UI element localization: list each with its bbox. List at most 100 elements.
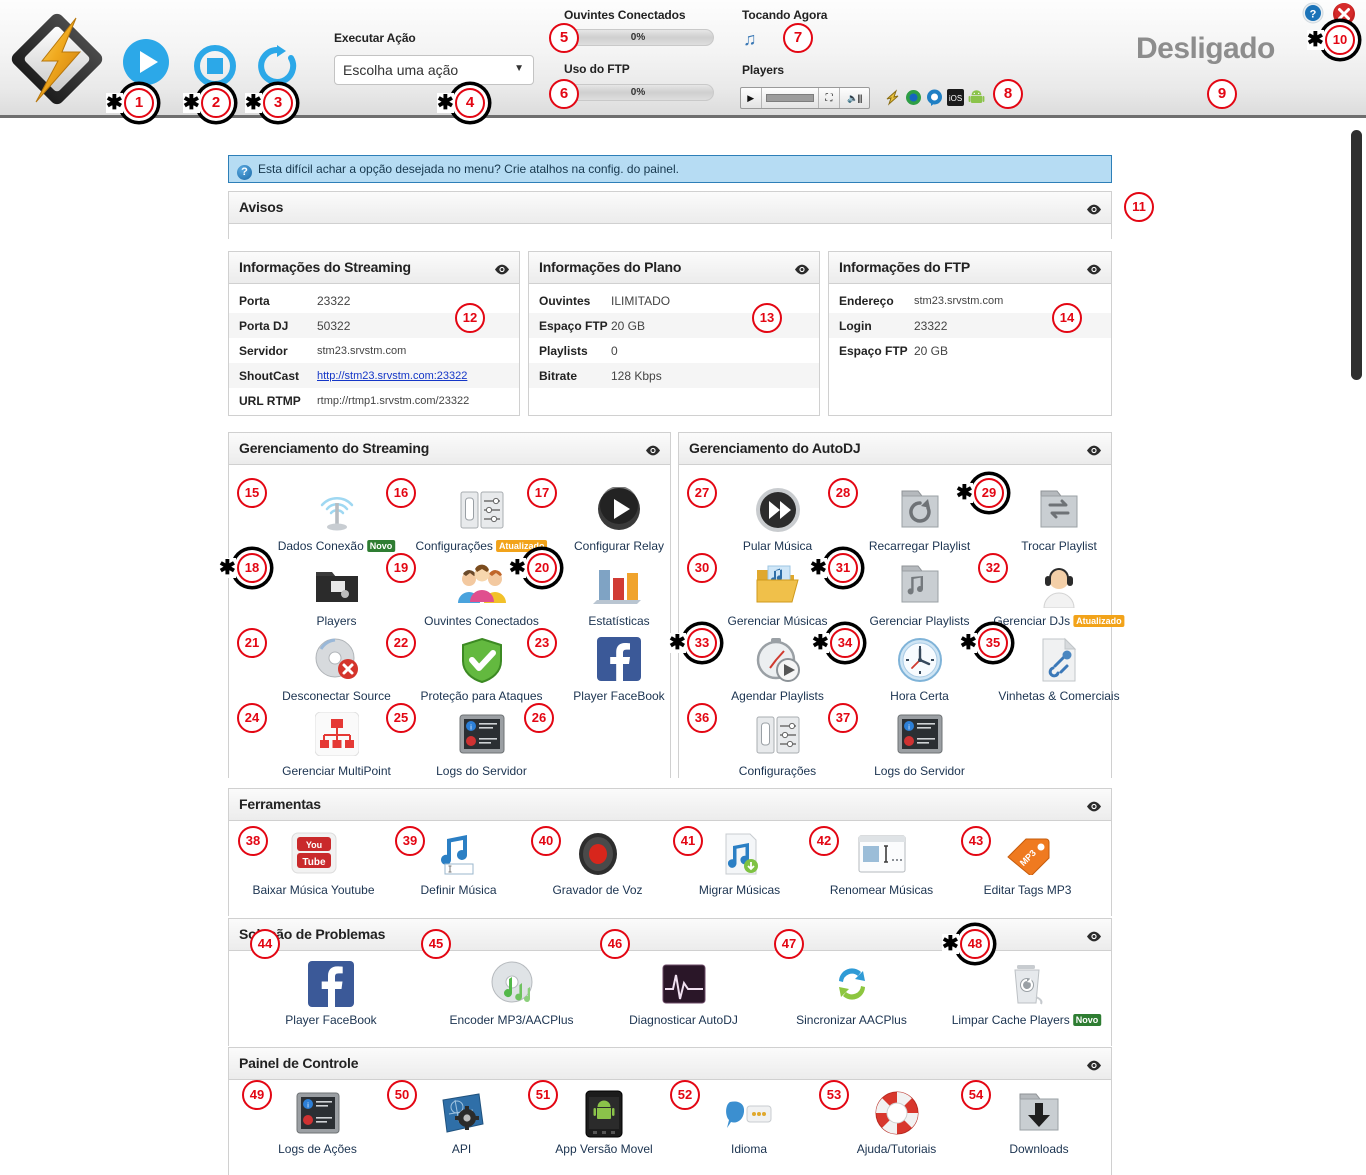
panel-autodj-mgmt: Gerenciamento do AutoDJ Pular Música Rec… xyxy=(678,432,1125,778)
tile-label: Downloads xyxy=(1009,1142,1069,1156)
tip-banner: ? Esta difícil achar a opção desejada no … xyxy=(228,155,1112,183)
callout-3: 3 xyxy=(263,88,293,118)
callout-8: 8 xyxy=(993,79,1023,109)
panel-title: Gerenciamento do AutoDJ xyxy=(689,440,861,456)
play-button[interactable] xyxy=(122,38,170,86)
panel-title: Informações do FTP xyxy=(839,259,970,275)
panel-streaming-info: Informações do Streaming Porta 23322 Port… xyxy=(228,251,520,416)
callout-26: 26 xyxy=(524,703,554,733)
tile-label: Configurações Atualizado xyxy=(416,539,548,553)
help-icon[interactable]: ? xyxy=(1302,2,1324,24)
eye-toggle-icon[interactable] xyxy=(645,443,661,456)
disc-notes-icon xyxy=(486,961,538,1012)
tile-label: Recarregar Playlist xyxy=(868,539,971,553)
audio-player-widget[interactable]: ▶ ⛶ 🔈||| xyxy=(740,87,870,109)
eye-toggle-icon[interactable] xyxy=(1086,929,1102,942)
info-row: URL RTMP rtmp://rtmp1.srvstm.com/23322 xyxy=(229,388,519,413)
tip-text: Esta difícil achar a opção desejada no m… xyxy=(258,162,679,176)
callout-29: 29 xyxy=(974,478,1004,508)
callout-33: 33 xyxy=(687,628,717,658)
vertical-scrollbar[interactable] xyxy=(1351,130,1362,380)
callout-53: 53 xyxy=(819,1080,849,1110)
eye-toggle-icon[interactable] xyxy=(794,262,810,275)
shoutcast-link[interactable]: http://stm23.srvstm.com:23322 xyxy=(317,370,467,382)
tile-sincronizar-aacplus[interactable]: Sincronizar AACPlus xyxy=(769,961,934,1033)
waveform-icon xyxy=(661,963,707,1010)
player-play-icon[interactable]: ▶ xyxy=(741,88,762,108)
tile-estatisticas[interactable]: Estatísticas xyxy=(549,562,689,634)
question-icon: ? xyxy=(237,165,252,180)
panel-header: Informações do Plano xyxy=(529,252,819,284)
callout-45: 45 xyxy=(421,929,451,959)
tile-trocar-playlist[interactable]: Trocar Playlist xyxy=(989,487,1129,559)
tile-idioma[interactable]: Idioma xyxy=(679,1090,819,1162)
panel-title: Informações do Streaming xyxy=(239,259,411,275)
fast-forward-icon xyxy=(755,487,801,538)
player-fullscreen-icon[interactable]: ⛶ xyxy=(819,88,840,108)
flash-plugin-icon[interactable] xyxy=(884,89,901,106)
android-plugin-icon[interactable] xyxy=(968,89,985,106)
tile-solucao-player-facebook[interactable]: Player FaceBook xyxy=(251,961,411,1033)
player-seek-bar[interactable] xyxy=(762,88,820,108)
tile-limpar-cache-players[interactable]: Limpar Cache Players Novo xyxy=(939,961,1114,1033)
tile-downloads[interactable]: Downloads xyxy=(969,1090,1109,1162)
eye-toggle-icon[interactable] xyxy=(1086,202,1102,215)
callout-25: 25 xyxy=(386,703,416,733)
tile-label: Proteção para Ataques xyxy=(420,689,543,703)
tile-vinhetas-comerciais[interactable]: Vinhetas & Comerciais xyxy=(989,637,1129,709)
callout-asterisk: ✱ xyxy=(219,557,236,579)
callout-37: 37 xyxy=(828,703,858,733)
tile-player-facebook[interactable]: Player FaceBook xyxy=(549,637,689,709)
tile-diagnosticar-autodj[interactable]: Diagnosticar AutoDJ xyxy=(601,961,766,1033)
tile-label: Hora Certa xyxy=(890,689,949,703)
reload-button[interactable] xyxy=(256,45,298,87)
tile-encoder-mp3-aacplus[interactable]: Encoder MP3/AACPlus xyxy=(424,961,599,1033)
speech-plugin-icon[interactable] xyxy=(926,89,943,106)
tile-configurar-relay[interactable]: Configurar Relay xyxy=(549,486,689,559)
action-select[interactable]: Escolha uma ação ▼ xyxy=(334,55,534,85)
eye-toggle-icon[interactable] xyxy=(1086,443,1102,456)
info-row: ShoutCast http://stm23.srvstm.com:23322 xyxy=(229,363,519,388)
info-key: Servidor xyxy=(239,343,288,358)
callout-41: 41 xyxy=(673,826,703,856)
tile-label: Gerenciar Músicas xyxy=(727,614,828,628)
panel-avisos: Avisos xyxy=(228,191,1112,239)
svg-text:?: ? xyxy=(1310,9,1317,21)
info-value: 23322 xyxy=(317,293,351,308)
callout-49: 49 xyxy=(242,1080,272,1110)
callout-asterisk: ✱ xyxy=(183,92,200,114)
callout-38: 38 xyxy=(238,826,268,856)
info-value: 20 GB xyxy=(914,343,949,358)
callout-28: 28 xyxy=(828,478,858,508)
panel-body: Pular Música Recarregar Playlist Trocar … xyxy=(679,465,1125,778)
folder-player-icon xyxy=(313,562,361,611)
tile-autodj-logs-servidor[interactable]: i Logs do Servidor xyxy=(847,712,992,784)
record-button-icon xyxy=(575,831,621,882)
eye-toggle-icon[interactable] xyxy=(1086,799,1102,812)
callout-asterisk: ✱ xyxy=(942,933,959,955)
info-key: Ouvintes xyxy=(539,293,591,308)
blueprint-gear-icon xyxy=(439,1092,485,1139)
eye-toggle-icon[interactable] xyxy=(494,262,510,275)
note-input-icon xyxy=(437,831,481,882)
stop-button[interactable] xyxy=(194,45,236,87)
callout-54: 54 xyxy=(961,1080,991,1110)
ios-plugin-icon[interactable]: iOS xyxy=(947,89,964,106)
ftp-progress: 0% xyxy=(562,84,714,101)
info-key: Porta DJ xyxy=(239,318,289,333)
browser-plugin-icon[interactable] xyxy=(905,89,922,106)
tile-label: Dados Conexão Novo xyxy=(278,539,396,553)
info-value: 23322 xyxy=(914,318,948,333)
panel-title: Ferramentas xyxy=(239,796,321,812)
callout-13: 13 xyxy=(752,303,782,333)
callout-30: 30 xyxy=(687,553,717,583)
player-volume-icon[interactable]: 🔈||| xyxy=(840,88,869,108)
close-icon[interactable] xyxy=(1332,2,1356,26)
tile-gerenciar-playlists[interactable]: Gerenciar Playlists xyxy=(847,562,992,634)
tile-gerenciar-djs[interactable]: Gerenciar DJs Atualizado xyxy=(989,562,1129,634)
tile-label: Migrar Músicas xyxy=(698,883,781,897)
tile-label: Gerenciar MultiPoint xyxy=(282,764,391,778)
eye-toggle-icon[interactable] xyxy=(1086,262,1102,275)
eye-toggle-icon[interactable] xyxy=(1086,1058,1102,1071)
tile-label: Logs de Ações xyxy=(278,1142,357,1156)
